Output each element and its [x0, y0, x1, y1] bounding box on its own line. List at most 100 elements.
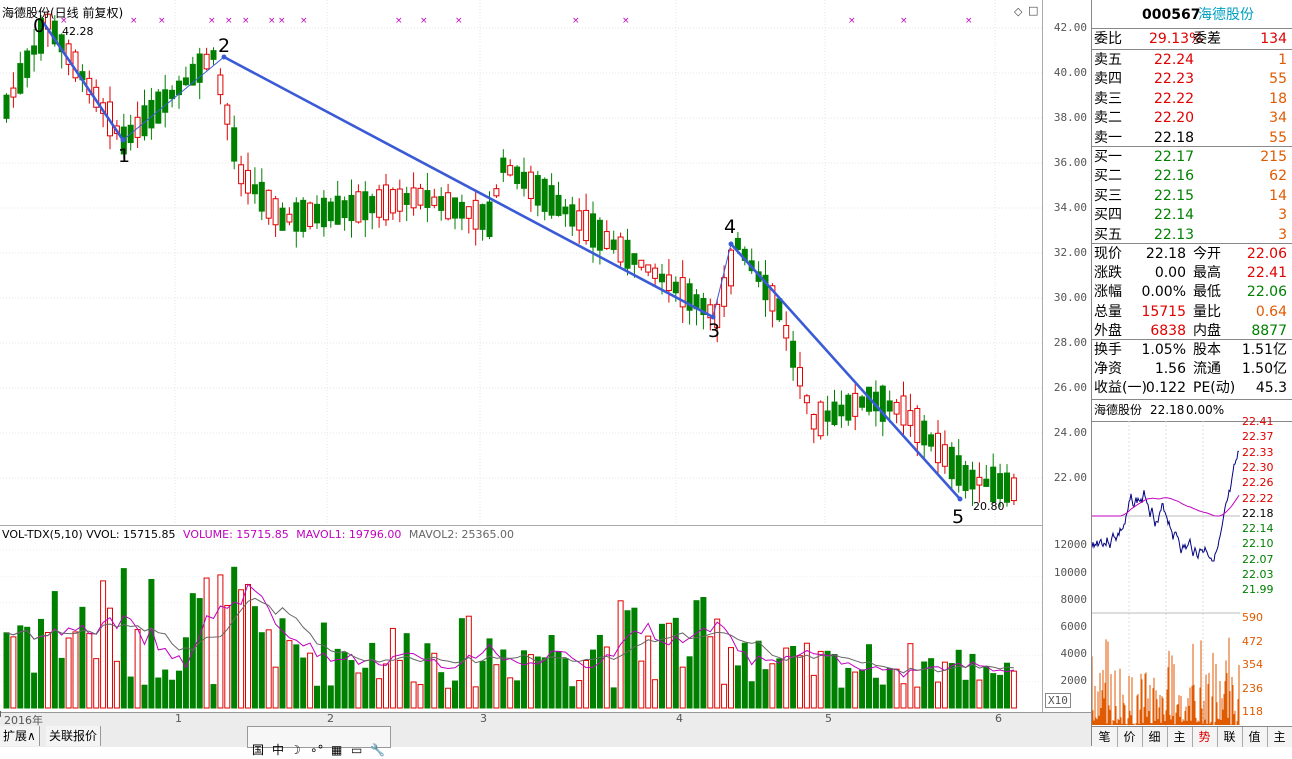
- volume-bar: [748, 681, 755, 709]
- volume-bar: [176, 670, 182, 709]
- volume-bar: [58, 657, 65, 709]
- volume-bar: [169, 679, 176, 709]
- wrench-icon[interactable]: 🔧: [370, 741, 385, 759]
- chart-title: 海德股份(日线 前复权): [2, 6, 124, 20]
- diamond-icon[interactable]: ◇: [1014, 5, 1022, 18]
- volume-bar: [272, 666, 279, 709]
- stat-value: 1.56: [1154, 361, 1186, 378]
- stat-value: 22.18: [1145, 246, 1186, 262]
- bid-label: 买二: [1094, 168, 1122, 185]
- volume-chart[interactable]: [0, 526, 1042, 710]
- x-axis-label: 1: [175, 712, 182, 725]
- signal-marker: ×: [208, 16, 216, 26]
- stock-code: 000567: [1142, 7, 1201, 23]
- mini-price-tick: 22.10: [1242, 537, 1274, 551]
- x-axis-label: 5: [825, 712, 832, 725]
- mini-price-tick: 22.41: [1242, 415, 1274, 428]
- volume-bar: [79, 606, 86, 709]
- tab-shi[interactable]: 势: [1192, 727, 1218, 747]
- volume-bar: [569, 686, 576, 709]
- tab-zhu[interactable]: 主: [1267, 727, 1292, 747]
- tab-zhi[interactable]: 值: [1242, 727, 1268, 747]
- volume-bar: [679, 666, 686, 709]
- volume-bar: [548, 635, 555, 709]
- volume-bar: [486, 638, 493, 709]
- volume-bar: [852, 671, 859, 709]
- signal-marker: ×: [900, 16, 908, 26]
- volume-bar: [107, 607, 113, 709]
- volume-bar: [141, 684, 148, 709]
- volume-bar: [120, 568, 127, 709]
- mini-price-tick: 22.26: [1242, 476, 1274, 490]
- stat-label: 涨幅: [1094, 284, 1122, 301]
- volume-bar: [376, 678, 383, 709]
- stat-row: 涨跌 0.00 最高 22.41: [1092, 264, 1291, 283]
- mavol2-line: [6, 597, 1014, 674]
- volume-bar: [438, 672, 445, 709]
- volume-bar: [983, 666, 990, 709]
- volume-bar: [224, 604, 231, 709]
- volume-bar: [831, 653, 838, 709]
- volume-bar: [396, 659, 403, 709]
- axis-tick: 34.00: [1053, 201, 1087, 214]
- tab-bi[interactable]: 笔: [1092, 727, 1118, 747]
- tab-lian[interactable]: 联: [1217, 727, 1243, 747]
- window-icon[interactable]: ▭: [351, 741, 362, 759]
- volume-bar: [300, 657, 307, 709]
- volume-bar: [389, 627, 396, 709]
- volume-bar: [86, 632, 93, 709]
- volume-bar: [686, 656, 693, 709]
- volume-bar: [369, 642, 376, 709]
- volume-bar: [610, 687, 617, 709]
- tab-expand[interactable]: 扩展∧: [0, 726, 40, 746]
- volume-bar: [596, 634, 603, 709]
- vol-axis-tick: 8000: [1060, 593, 1088, 606]
- bid-label: 买三: [1094, 187, 1122, 204]
- moon-icon[interactable]: ☽: [290, 741, 301, 759]
- volume-bar: [231, 566, 238, 709]
- volume-bar: [320, 622, 327, 709]
- square-icon[interactable]: □: [1028, 4, 1038, 17]
- volume-bar: [210, 684, 217, 709]
- ask-volume: 34: [1269, 110, 1287, 127]
- zhong-icon[interactable]: 中: [272, 741, 284, 759]
- tab-xi[interactable]: 细: [1142, 727, 1168, 747]
- volume-bar: [514, 680, 521, 709]
- tab-jia[interactable]: 价: [1117, 727, 1143, 747]
- stat-value: 22.41: [1246, 265, 1287, 282]
- volume-bar: [576, 680, 583, 709]
- volume-bar: [886, 667, 893, 709]
- axis-tick: 30.00: [1053, 291, 1087, 304]
- bottom-bar: 2016年 1 2 3 4 5 6 扩展∧ 关联报价 国 中 ☽ ∘° ▦ ▭ …: [0, 711, 1090, 757]
- bid-row: 买四 22.14 3: [1092, 206, 1291, 225]
- mini-vol-tick: 354: [1242, 658, 1263, 671]
- guo-icon[interactable]: 国: [252, 741, 264, 759]
- stat-value: 0.00%: [1141, 284, 1186, 301]
- ask-volume: 1: [1278, 52, 1287, 68]
- tab-cur[interactable]: 主: [1167, 727, 1193, 747]
- price-axis: 42.00 40.00 38.00 36.00 34.00 32.00 30.0…: [1042, 0, 1091, 747]
- volume-bar: [866, 644, 872, 709]
- kline-chart[interactable]: × × × × × × × × × × × × × × × × ×: [0, 0, 1042, 525]
- volume-bar: [728, 647, 734, 709]
- tab-related-quotes[interactable]: 关联报价: [46, 726, 102, 746]
- stat-row: 现价 22.18 今开 22.06: [1092, 245, 1291, 264]
- candle: [155, 89, 162, 124]
- volume-bar: [776, 658, 783, 709]
- signal-marker: ×: [225, 16, 233, 26]
- wave-label-0: 0: [33, 15, 46, 37]
- volume-bar: [445, 687, 452, 709]
- volume-bar: [638, 660, 645, 709]
- bid-label: 买五: [1094, 226, 1122, 243]
- signal-marker: ×: [268, 16, 276, 26]
- volume-bar: [196, 598, 203, 709]
- bid-price: 22.17: [1154, 149, 1195, 165]
- stat-value: 1.05%: [1141, 342, 1186, 358]
- stat-label: 最高: [1193, 265, 1221, 282]
- volume-bar: [134, 629, 141, 709]
- volume-bar: [203, 577, 210, 709]
- axis-tick: 32.00: [1053, 246, 1087, 259]
- volume-bar: [113, 660, 120, 709]
- dots-icon[interactable]: ∘°: [310, 741, 324, 759]
- keyboard-icon[interactable]: ▦: [331, 741, 342, 759]
